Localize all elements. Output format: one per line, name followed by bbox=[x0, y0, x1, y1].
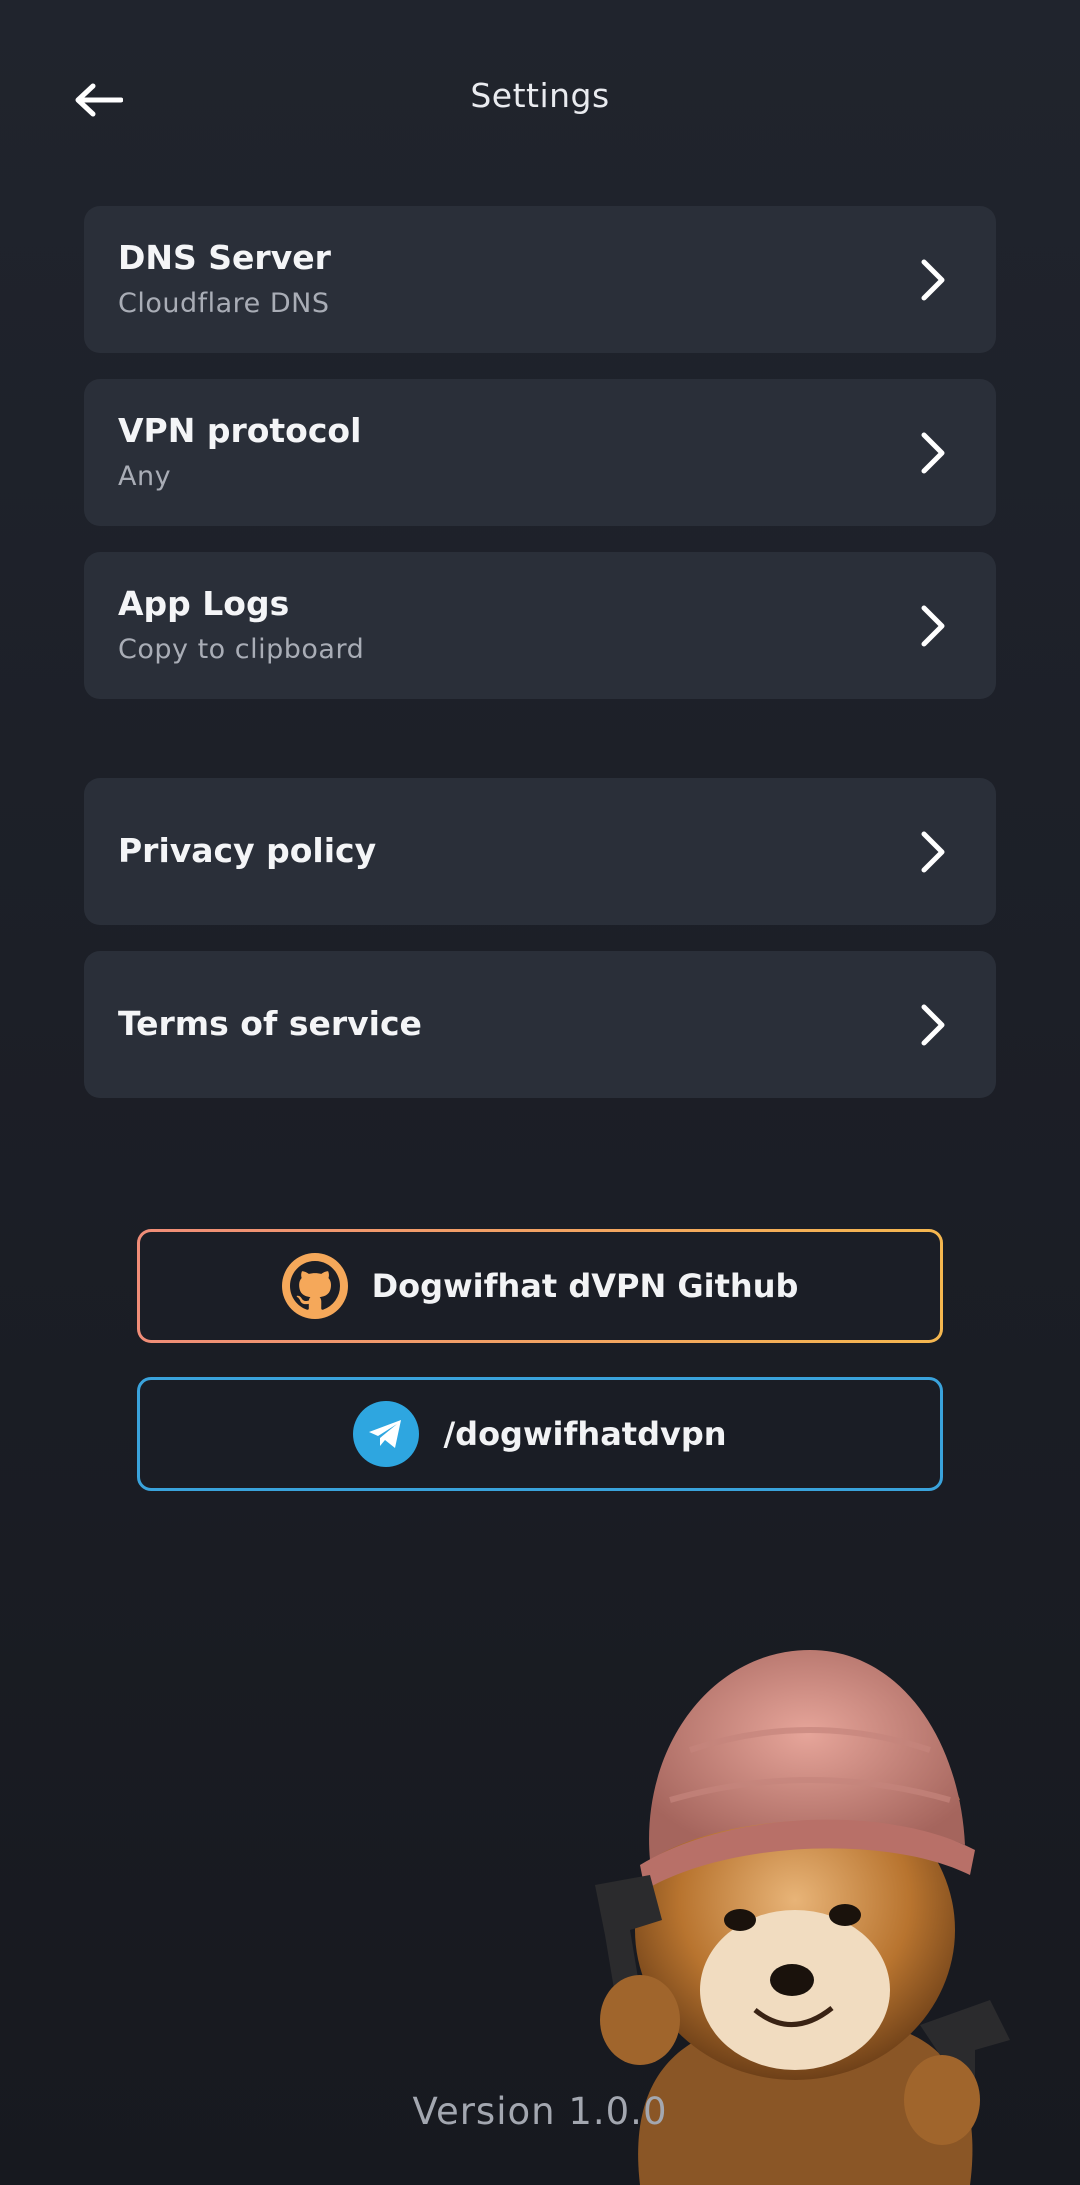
chevron-right-icon bbox=[921, 432, 945, 473]
telegram-link-button[interactable]: /dogwifhatdvpn bbox=[137, 1377, 943, 1491]
item-title: Terms of service bbox=[118, 1004, 422, 1043]
page-title: Settings bbox=[470, 76, 610, 115]
github-icon bbox=[281, 1253, 348, 1319]
app-version: Version 1.0.0 bbox=[412, 2090, 668, 2133]
github-link-button[interactable]: Dogwifhat dVPN Github bbox=[137, 1229, 943, 1343]
app-header: Settings bbox=[0, 0, 1080, 200]
app-logs-item[interactable]: App Logs Copy to clipboard bbox=[84, 552, 996, 699]
item-value: Cloudflare DNS bbox=[118, 288, 330, 319]
item-title: Privacy policy bbox=[118, 831, 377, 870]
github-link-label: Dogwifhat dVPN Github bbox=[371, 1267, 799, 1305]
privacy-policy-item[interactable]: Privacy policy bbox=[84, 778, 996, 925]
terms-of-service-item[interactable]: Terms of service bbox=[84, 951, 996, 1098]
vpn-protocol-item[interactable]: VPN protocol Any bbox=[84, 379, 996, 526]
chevron-right-icon bbox=[921, 605, 945, 646]
item-title: App Logs bbox=[118, 584, 290, 623]
telegram-icon bbox=[353, 1401, 420, 1467]
chevron-right-icon bbox=[921, 1004, 945, 1045]
item-value: Any bbox=[118, 461, 172, 492]
item-title: DNS Server bbox=[118, 238, 331, 277]
chevron-right-icon bbox=[921, 831, 945, 872]
chevron-right-icon bbox=[921, 259, 945, 300]
item-title: VPN protocol bbox=[118, 411, 362, 450]
telegram-link-label: /dogwifhatdvpn bbox=[443, 1415, 727, 1453]
dns-server-item[interactable]: DNS Server Cloudflare DNS bbox=[84, 206, 996, 353]
item-value: Copy to clipboard bbox=[118, 634, 365, 665]
